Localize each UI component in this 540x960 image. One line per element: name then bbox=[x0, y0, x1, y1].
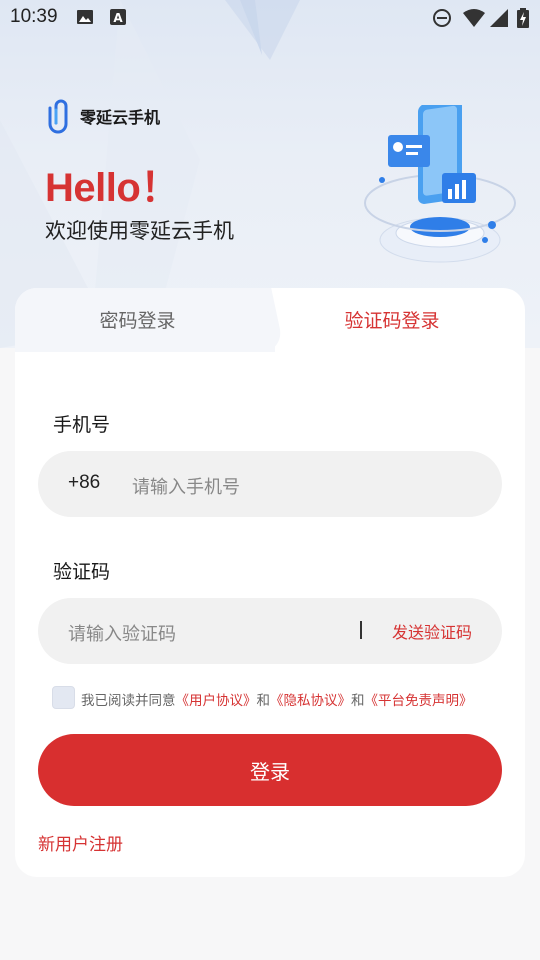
user-agreement-link[interactable]: 《用户协议》 bbox=[176, 693, 257, 709]
image-icon bbox=[77, 10, 93, 24]
wifi-icon bbox=[463, 9, 485, 27]
battery-charging-icon bbox=[517, 8, 529, 28]
phone-input[interactable]: 请输入手机号 bbox=[132, 473, 240, 499]
agreement-and-1: 和 bbox=[256, 693, 271, 709]
disclaimer-link[interactable]: 《平台免责声明》 bbox=[365, 693, 473, 709]
welcome-text: 欢迎使用零延云手机 bbox=[45, 219, 234, 243]
tab-password-login[interactable]: 密码登录 bbox=[15, 288, 260, 350]
code-label: 验证码 bbox=[53, 561, 111, 583]
agreement-checkbox[interactable] bbox=[52, 686, 75, 709]
login-button[interactable]: 登录 bbox=[38, 734, 502, 806]
agreement-text: 我已阅读并同意《用户协议》和《隐私协议》和《平台免责声明》 bbox=[81, 689, 473, 709]
hello-heading: Hello！ bbox=[45, 166, 180, 210]
send-code-button[interactable]: 发送验证码 bbox=[392, 619, 472, 643]
paperclip-logo-icon bbox=[48, 99, 68, 134]
svg-text:A: A bbox=[113, 11, 123, 25]
do-not-disturb-icon bbox=[433, 9, 451, 27]
agreement-prefix: 我已阅读并同意 bbox=[81, 693, 176, 709]
tab-code-login[interactable]: 验证码登录 bbox=[262, 288, 522, 350]
brand-name: 零延云手机 bbox=[80, 108, 161, 127]
a-text-icon: A bbox=[110, 9, 126, 25]
privacy-link[interactable]: 《隐私协议》 bbox=[270, 693, 351, 709]
phone-field[interactable] bbox=[38, 451, 502, 517]
brand: 零延云手机 bbox=[44, 98, 160, 134]
signal-icon bbox=[490, 9, 508, 27]
agreement-and-2: 和 bbox=[351, 693, 365, 709]
phone-illustration bbox=[364, 105, 516, 263]
phone-label: 手机号 bbox=[53, 414, 111, 436]
phone-prefix[interactable]: +86 bbox=[68, 472, 100, 494]
register-link[interactable]: 新用户注册 bbox=[38, 830, 123, 855]
form-panel bbox=[15, 352, 525, 382]
status-time: 10:39 bbox=[10, 6, 58, 27]
field-divider bbox=[360, 621, 362, 639]
status-bar: 10:39 A bbox=[0, 0, 540, 36]
code-input[interactable]: 请输入验证码 bbox=[68, 620, 176, 646]
